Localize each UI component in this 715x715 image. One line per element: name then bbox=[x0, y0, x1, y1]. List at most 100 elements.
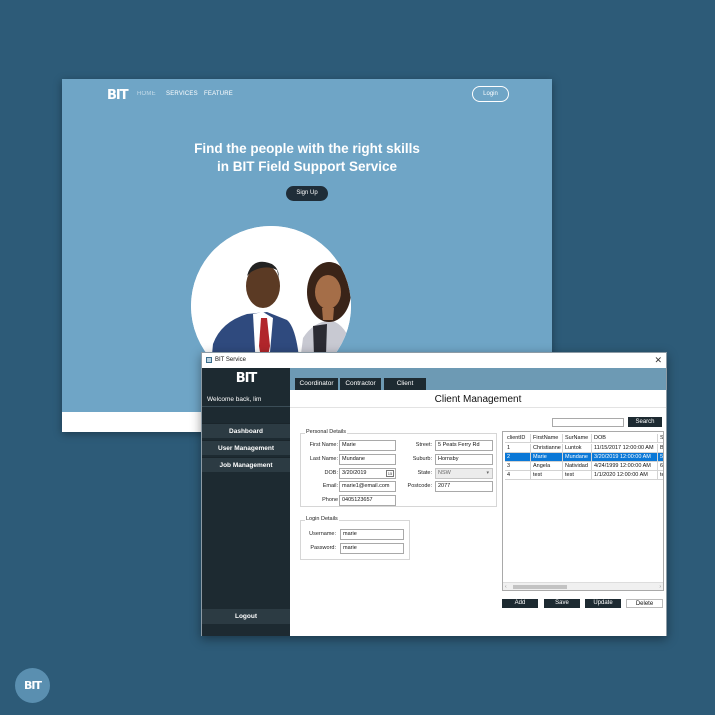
column-header[interactable]: SurName bbox=[563, 434, 592, 443]
column-header[interactable]: FirstName bbox=[531, 434, 563, 443]
table-cell: 4/24/1999 12:00:00 AM bbox=[592, 462, 658, 471]
heading-divider bbox=[290, 407, 666, 408]
email-label: Email: bbox=[322, 483, 338, 489]
hero-title-line2: in BIT Field Support Service bbox=[216, 159, 398, 174]
grid-header-row: clientID FirstName SurName DOB S bbox=[505, 434, 663, 443]
personal-details-group: Personal Details First Name: Marie Last … bbox=[300, 429, 497, 507]
nav-feature[interactable]: FEATURE bbox=[204, 91, 233, 97]
postcode-field[interactable]: 2077 bbox=[435, 481, 493, 492]
suburb-field[interactable]: Hornsby bbox=[435, 454, 493, 465]
dob-label: DOB: bbox=[324, 470, 338, 476]
site-logo: BIT bbox=[107, 88, 129, 103]
sidebar-item-job-management[interactable]: Job Management bbox=[202, 457, 290, 472]
first-name-field[interactable]: Marie bbox=[339, 440, 396, 451]
phone-field[interactable]: 0405123657 bbox=[339, 495, 396, 506]
logout-button[interactable]: Logout bbox=[202, 609, 290, 624]
table-cell: 4 bbox=[505, 471, 531, 480]
sidebar: BIT Welcome back, lim Dashboard User Man… bbox=[202, 368, 290, 636]
street-field[interactable]: 5 Peats Ferry Rd bbox=[435, 440, 493, 451]
main-panel: Coordinator Contractor Client Client Man… bbox=[290, 368, 666, 636]
corner-logo: BIT bbox=[15, 668, 50, 703]
chevron-down-icon: ▾ bbox=[486, 470, 489, 476]
search-button[interactable]: Search bbox=[628, 417, 662, 427]
welcome-text: Welcome back, lim bbox=[207, 396, 262, 403]
table-cell: 1 bbox=[505, 444, 531, 453]
table-cell: 11/15/2017 12:00:00 AM bbox=[592, 444, 658, 453]
sidebar-logo: BIT bbox=[235, 371, 258, 386]
table-cell: Natividad bbox=[563, 462, 592, 471]
table-cell: Angela bbox=[531, 462, 563, 471]
calendar-icon[interactable]: 15 bbox=[386, 470, 394, 477]
password-field[interactable]: marie bbox=[340, 543, 404, 554]
app-window: BIT Service ✕ BIT Welcome back, lim Dash… bbox=[201, 352, 667, 636]
street-label: Street: bbox=[415, 442, 432, 448]
page-title: Client Management bbox=[434, 394, 522, 405]
nav-services[interactable]: SERVICES bbox=[166, 91, 198, 97]
column-header[interactable]: DOB bbox=[592, 434, 658, 443]
postcode-label: Postcode: bbox=[407, 483, 432, 489]
scroll-left-icon[interactable]: ‹ bbox=[505, 583, 507, 590]
table-row[interactable]: 3 Angela Natividad 4/24/1999 12:00:00 AM… bbox=[505, 462, 663, 471]
search-input[interactable] bbox=[552, 418, 624, 427]
sidebar-item-dashboard[interactable]: Dashboard bbox=[202, 423, 290, 438]
last-name-label: Last Name: bbox=[309, 456, 338, 462]
dob-datepicker[interactable]: 3/20/2019 15 bbox=[339, 468, 396, 479]
table-cell: test bbox=[563, 471, 592, 480]
login-details-legend: Login Details bbox=[305, 516, 339, 522]
table-cell: 2 bbox=[505, 453, 531, 462]
table-cell: Mundane bbox=[563, 453, 592, 462]
sidebar-item-user-management[interactable]: User Management bbox=[202, 440, 290, 455]
first-name-label: First Name: bbox=[309, 442, 338, 448]
save-button[interactable]: Save bbox=[544, 599, 580, 608]
table-cell: Luntok bbox=[563, 444, 592, 453]
password-label: Password: bbox=[310, 545, 336, 551]
table-cell: 5 bbox=[658, 453, 663, 462]
state-label: State: bbox=[417, 470, 432, 476]
table-row-selected[interactable]: 2 Marie Mundane 3/20/2019 12:00:00 AM 5 bbox=[505, 453, 663, 462]
window-title: BIT Service bbox=[215, 357, 246, 363]
table-cell: B bbox=[658, 444, 663, 453]
dob-value: 3/20/2019 bbox=[342, 470, 367, 476]
delete-button[interactable]: Delete bbox=[626, 599, 663, 608]
username-field[interactable]: marie bbox=[340, 529, 404, 540]
tab-bar: Coordinator Contractor Client bbox=[290, 368, 666, 390]
nav-home[interactable]: HOME bbox=[137, 91, 156, 97]
state-dropdown[interactable]: NSW ▾ bbox=[435, 468, 493, 479]
column-header[interactable]: S bbox=[658, 434, 663, 443]
phone-label: Phone bbox=[322, 497, 338, 503]
tab-client[interactable]: Client bbox=[384, 378, 426, 390]
column-header[interactable]: clientID bbox=[505, 434, 531, 443]
hero-title-line1: Find the people with the right skills bbox=[194, 141, 420, 156]
table-cell: test bbox=[531, 471, 563, 480]
login-details-group: Login Details Username: marie Password: … bbox=[300, 516, 410, 560]
title-bar: BIT Service ✕ bbox=[202, 353, 666, 368]
client-grid[interactable]: clientID FirstName SurName DOB S 1 Chris… bbox=[502, 431, 664, 591]
suburb-label: Suburb: bbox=[412, 456, 432, 462]
table-cell: 3/20/2019 12:00:00 AM bbox=[592, 453, 658, 462]
tab-contractor[interactable]: Contractor bbox=[340, 378, 381, 390]
table-cell: 3 bbox=[505, 462, 531, 471]
table-cell: te bbox=[658, 471, 663, 480]
add-button[interactable]: Add bbox=[502, 599, 538, 608]
personal-details-legend: Personal Details bbox=[305, 429, 348, 435]
app-icon bbox=[206, 357, 212, 363]
table-cell: Marie bbox=[531, 453, 563, 462]
sidebar-divider bbox=[202, 406, 290, 407]
close-icon[interactable]: ✕ bbox=[654, 353, 662, 368]
table-cell: 6 bbox=[658, 462, 663, 471]
scroll-right-icon[interactable]: › bbox=[659, 583, 661, 590]
site-login-button[interactable]: Login bbox=[472, 86, 509, 102]
username-label: Username: bbox=[309, 531, 336, 537]
table-cell: Christianne bbox=[531, 444, 563, 453]
table-row[interactable]: 4 test test 1/1/2020 12:00:00 AM te bbox=[505, 471, 663, 480]
state-value: NSW bbox=[438, 470, 451, 476]
update-button[interactable]: Update bbox=[585, 599, 621, 608]
tab-coordinator[interactable]: Coordinator bbox=[295, 378, 338, 390]
last-name-field[interactable]: Mundane bbox=[339, 454, 396, 465]
horizontal-scrollbar[interactable]: ‹ › bbox=[503, 582, 663, 590]
signup-button[interactable]: Sign Up bbox=[286, 186, 328, 201]
table-cell: 1/1/2020 12:00:00 AM bbox=[592, 471, 658, 480]
scroll-thumb[interactable] bbox=[513, 585, 567, 589]
email-field[interactable]: marie1@email.com bbox=[339, 481, 396, 492]
table-row[interactable]: 1 Christianne Luntok 11/15/2017 12:00:00… bbox=[505, 444, 663, 453]
